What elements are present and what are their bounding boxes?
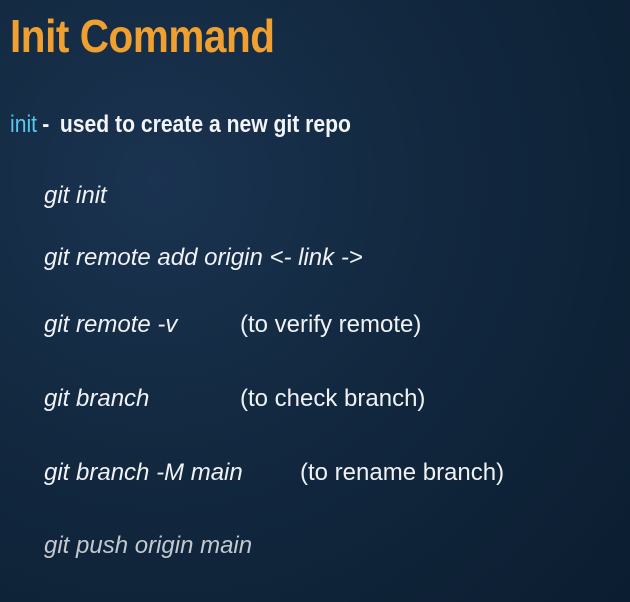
slide-title: Init Command <box>10 10 275 62</box>
command-git-branch-rename: git branch -M main <box>44 459 243 486</box>
slide: Init Command init - used to create a new g… <box>0 0 630 602</box>
command-git-init: git init <box>44 182 107 209</box>
command-git-branch: git branch <box>44 385 150 412</box>
command-git-remote-add: git remote add origin <- link -> <box>44 244 363 271</box>
command-git-remote-v: git remote -v <box>44 311 178 338</box>
command-git-push: git push origin main <box>44 532 253 559</box>
note-rename-branch: (to rename branch) <box>300 459 505 486</box>
description-text: used to create a new git repo <box>59 111 351 138</box>
description-dash: - <box>42 111 50 138</box>
init-keyword: init <box>10 111 38 138</box>
note-verify-remote: (to verify remote) <box>240 311 422 338</box>
note-check-branch: (to check branch) <box>240 385 426 412</box>
init-description: init - used to create a new git repo <box>10 110 351 140</box>
